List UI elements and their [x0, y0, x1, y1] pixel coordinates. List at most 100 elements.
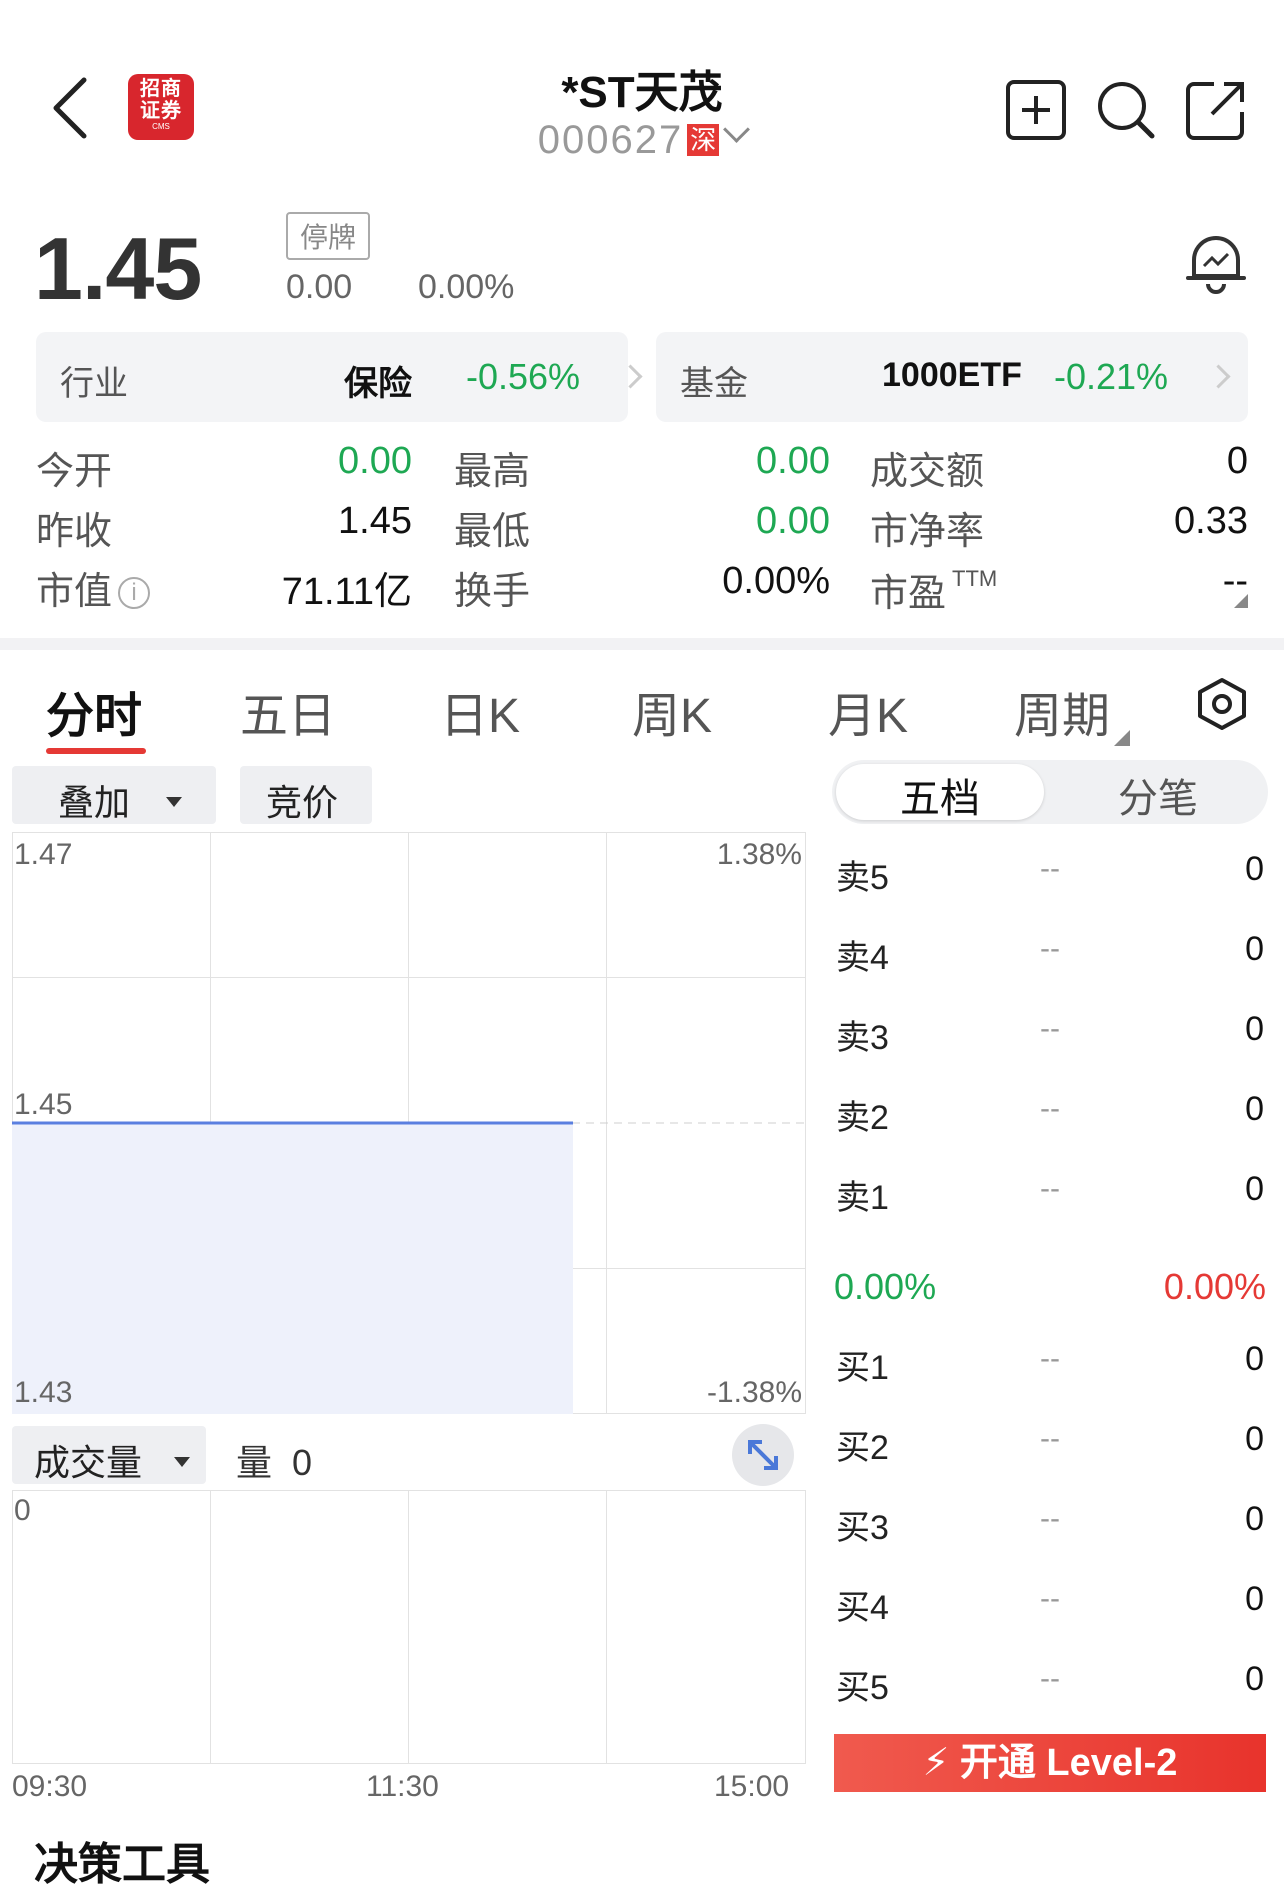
ask-level-price: -- [1040, 852, 1060, 885]
tab-tick-trades[interactable]: 分笔 [1054, 766, 1262, 824]
pb-label: 市净率 [870, 511, 985, 553]
bid-level-volume: 0 [1245, 1580, 1264, 1618]
status-badge: 停牌 [286, 212, 371, 260]
chevron-down-icon [723, 116, 751, 143]
volume-selector-label: 成交量 [34, 1442, 143, 1483]
ask-level-label: 卖2 [836, 1099, 889, 1137]
volume-label: 量 [236, 1442, 273, 1483]
ask-level-price: -- [1040, 1092, 1060, 1125]
y-axis-top: 1.47 [14, 838, 73, 871]
low-label: 最低 [454, 511, 531, 553]
bid-level-volume: 0 [1245, 1420, 1264, 1458]
ask-level-label: 卖1 [836, 1179, 889, 1217]
ask-level-price: -- [1040, 1172, 1060, 1205]
lightning-icon: ⚡ [922, 1742, 950, 1784]
share-button[interactable] [1184, 78, 1248, 142]
ask-level-volume: 0 [1245, 850, 1264, 888]
low-value: 0.00 [756, 500, 830, 542]
bid-level-label: 买5 [836, 1669, 889, 1707]
section-divider [0, 638, 1284, 650]
tab-daily-k[interactable]: 日K [440, 676, 520, 746]
industry-card[interactable]: 行业 保险 -0.56% [36, 332, 643, 422]
dropdown-triangle-icon [166, 797, 183, 807]
price-change: 0.00 [286, 268, 353, 306]
bid-level-price: -- [1040, 1582, 1060, 1615]
auction-label: 竞价 [266, 782, 339, 823]
fullscreen-button[interactable] [732, 1424, 794, 1486]
ask-level-price: -- [1040, 1012, 1060, 1045]
info-icon[interactable]: i [118, 577, 151, 609]
last-price: 1.45 [34, 219, 202, 318]
x-label-close: 15:00 [714, 1770, 790, 1803]
pe-ttm-superscript: TTM [952, 566, 998, 591]
x-label-midday: 11:30 [366, 1770, 439, 1803]
back-button[interactable] [40, 70, 104, 146]
level2-upgrade-button[interactable]: ⚡ 开通 Level-2 [834, 1734, 1266, 1792]
active-tab-indicator [46, 748, 146, 754]
price-alert-button[interactable] [1184, 232, 1248, 300]
chart-settings-button[interactable] [1196, 676, 1248, 732]
pe-value: -- [1222, 560, 1248, 602]
intraday-chart[interactable] [12, 832, 806, 1414]
ask-level-volume: 0 [1245, 930, 1264, 968]
pe-label: 市盈 TTM [870, 566, 998, 615]
x-label-open: 09:30 [12, 1770, 88, 1803]
pct-axis-top: 1.38% [716, 838, 802, 871]
price-change-pct: 0.00% [418, 268, 515, 306]
industry-name: 保险 [344, 365, 412, 403]
prev-close-value: 1.45 [338, 500, 412, 542]
ask-level-price: -- [1040, 932, 1060, 965]
bid-level-price: -- [1040, 1502, 1060, 1535]
tab-five-day[interactable]: 五日 [240, 676, 336, 746]
bid-level-label: 买1 [836, 1349, 889, 1387]
overlay-dropdown[interactable]: 叠加 [12, 766, 216, 824]
ratio-right: 0.00% [1163, 1266, 1266, 1307]
ask-level-volume: 0 [1245, 1170, 1264, 1208]
bid-level-label: 买3 [836, 1509, 889, 1547]
bid-level-volume: 0 [1245, 1340, 1264, 1378]
share-icon [1186, 82, 1244, 140]
stock-code: 000627 [537, 118, 684, 162]
ask-level-volume: 0 [1245, 1090, 1264, 1128]
stock-name: *ST天茂 [561, 68, 723, 117]
y-axis-mid: 1.45 [14, 1088, 73, 1121]
open-value: 0.00 [338, 440, 412, 482]
section-title-cut: 决策工具 [34, 1840, 210, 1889]
fund-card[interactable]: 基金 1000ETF -0.21% [656, 332, 1248, 422]
stock-code-selector[interactable]: 000627 深 [442, 116, 842, 163]
fund-pct: -0.21% [1054, 356, 1169, 397]
turnover-amount-value: 0 [1226, 440, 1248, 482]
high-label: 最高 [454, 451, 531, 493]
settings-hexagon-icon [1198, 678, 1246, 730]
search-button[interactable] [1094, 78, 1158, 142]
alert-bell-icon [1186, 236, 1246, 294]
tab-five-levels[interactable]: 五档 [836, 766, 1044, 824]
tab-weekly-k[interactable]: 周K [632, 676, 712, 746]
auction-button[interactable]: 竞价 [240, 766, 372, 824]
y-axis-bottom: 1.43 [14, 1376, 73, 1409]
add-watchlist-icon [1006, 80, 1066, 140]
dropdown-triangle-icon [174, 1457, 191, 1467]
add-watchlist-button[interactable] [1004, 78, 1068, 142]
expand-corner-icon[interactable] [1234, 594, 1248, 608]
market-cap-text: 市值 [36, 571, 113, 613]
market-cap-label[interactable]: 市值 i [36, 560, 151, 615]
fund-label: 基金 [680, 365, 748, 403]
pct-axis-bottom: -1.38% [706, 1376, 802, 1409]
high-value: 0.00 [756, 440, 830, 482]
level2-label: 开通 Level-2 [959, 1742, 1178, 1784]
turnover-rate-value: 0.00% [722, 560, 830, 602]
search-icon [1098, 82, 1155, 139]
volume-chart[interactable] [12, 1490, 806, 1764]
overlay-label: 叠加 [58, 782, 131, 823]
bid-level-price: -- [1040, 1422, 1060, 1455]
tab-period[interactable]: 周期 [1014, 676, 1110, 746]
prev-close-label: 昨收 [36, 511, 113, 553]
tab-intraday[interactable]: 分时 [46, 676, 142, 746]
volume-indicator-dropdown[interactable]: 成交量 [12, 1426, 206, 1484]
price-area-fill [12, 1123, 573, 1414]
industry-pct: -0.56% [466, 356, 581, 397]
tab-monthly-k[interactable]: 月K [828, 676, 908, 746]
ask-level-label: 卖5 [836, 859, 889, 897]
bid-level-volume: 0 [1245, 1500, 1264, 1538]
